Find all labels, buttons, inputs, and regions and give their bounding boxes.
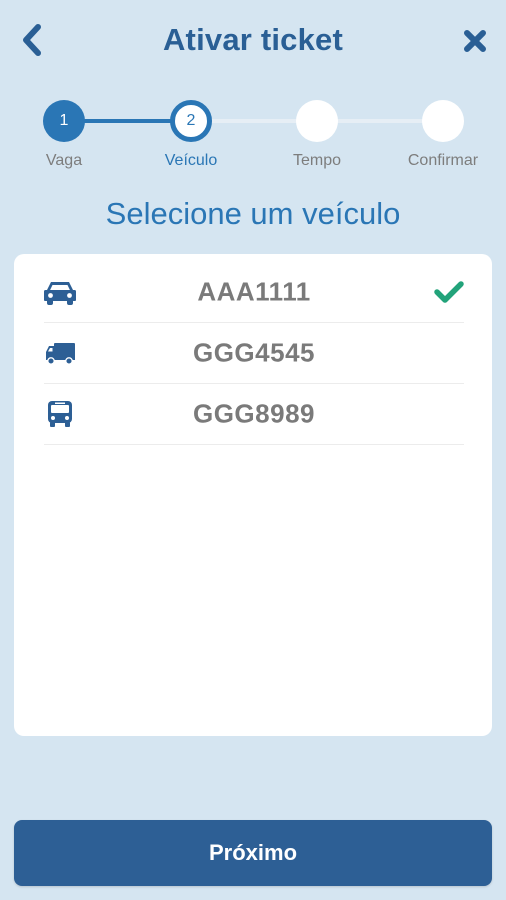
close-icon: [464, 30, 486, 52]
close-button[interactable]: [458, 24, 492, 58]
step-circle: 2: [170, 100, 212, 142]
step-label: Confirmar: [407, 152, 479, 169]
page-title: Ativar ticket: [162, 22, 344, 57]
step-label: Veículo: [164, 152, 218, 169]
section-title: Selecione um veículo: [105, 196, 401, 231]
vehicle-item[interactable]: GGG4545: [44, 323, 464, 384]
step-vaga: 1 Vaga: [14, 100, 114, 170]
vehicle-list: AAA1111 GGG4545 GGG8989: [14, 254, 492, 736]
step-label: Tempo: [292, 152, 342, 169]
header: Ativar ticket: [0, 0, 506, 84]
step-veiculo: 2 Veículo: [141, 100, 241, 170]
vehicle-plate: AAA1111: [197, 276, 311, 307]
step-circle: [422, 100, 464, 142]
step-tempo: Tempo: [267, 100, 367, 170]
step-confirmar: Confirmar: [393, 100, 493, 170]
step-circle: 1: [43, 100, 85, 142]
vehicle-item[interactable]: GGG8989: [44, 384, 464, 445]
step-circle: [296, 100, 338, 142]
next-button[interactable]: Próximo: [14, 820, 492, 886]
step-label: Vaga: [45, 152, 83, 169]
checkmark-icon: [434, 280, 464, 304]
vehicle-item[interactable]: AAA1111: [44, 262, 464, 323]
vehicle-plate: GGG4545: [192, 337, 315, 368]
vehicle-plate: GGG8989: [192, 398, 315, 429]
progress-stepper: 1 Vaga 2 Veículo Tempo Confirmar: [0, 90, 506, 180]
